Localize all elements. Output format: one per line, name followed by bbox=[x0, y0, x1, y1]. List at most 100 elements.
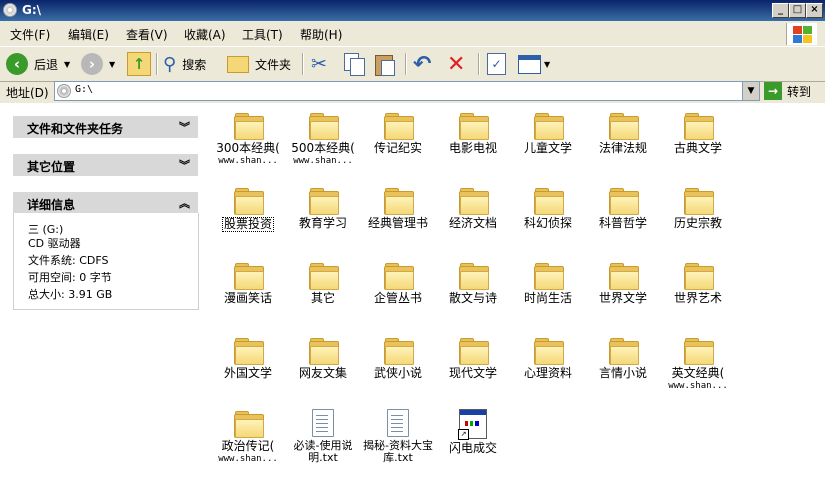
folder-item[interactable]: 经济文档 bbox=[432, 188, 514, 230]
item-label: 儿童文学 bbox=[523, 141, 572, 155]
folder-item[interactable]: 网友文集 bbox=[282, 338, 364, 380]
item-label: 股票投资 bbox=[221, 217, 274, 232]
folder-item[interactable]: 500本经典( www.shan... bbox=[282, 113, 364, 167]
menu-edit[interactable]: 编辑(E) bbox=[68, 26, 109, 43]
folder-item[interactable]: 言情小说 bbox=[582, 338, 664, 380]
folder-icon bbox=[534, 263, 564, 290]
file-folder-tasks-header[interactable]: 文件和文件夹任务 ︾ bbox=[13, 116, 198, 138]
folder-item[interactable]: 世界文学 bbox=[582, 263, 664, 305]
menu-favorites[interactable]: 收藏(A) bbox=[184, 26, 226, 43]
back-dropdown-icon[interactable]: ▼ bbox=[64, 60, 70, 69]
folder-item[interactable]: 经典管理书 bbox=[357, 188, 439, 230]
item-label: 电影电视 bbox=[448, 141, 497, 155]
go-button[interactable]: → 转到 bbox=[764, 81, 811, 101]
address-label: 地址(D) bbox=[6, 86, 49, 100]
folder-item[interactable]: 股票投资 bbox=[207, 188, 289, 232]
folder-icon bbox=[609, 263, 639, 290]
menu-view[interactable]: 查看(V) bbox=[126, 26, 168, 43]
search-button[interactable]: ⚲ 搜索 bbox=[163, 51, 206, 77]
folder-item[interactable]: 散文与诗 bbox=[432, 263, 514, 305]
views-button[interactable]: ▼ bbox=[518, 51, 550, 77]
up-folder-button[interactable]: ↑ bbox=[127, 51, 151, 77]
undo-icon: ↶ bbox=[413, 51, 432, 77]
paste-button[interactable] bbox=[375, 51, 395, 77]
folder-item[interactable]: 企管丛书 bbox=[357, 263, 439, 305]
folder-item[interactable]: 时尚生活 bbox=[507, 263, 589, 305]
address-dropdown-icon[interactable]: ▼ bbox=[742, 82, 759, 100]
folder-item[interactable]: 法律法规 bbox=[582, 113, 664, 155]
chevron-down-icon: ︾ bbox=[179, 121, 190, 134]
address-input[interactable]: G:\ ▼ bbox=[54, 81, 760, 101]
folder-icon bbox=[384, 113, 414, 140]
details-title: 详细信息 bbox=[27, 198, 76, 212]
copy-button[interactable] bbox=[344, 51, 365, 77]
item-label: 科普哲学 bbox=[598, 216, 647, 230]
file-list: 300本经典( www.shan... 500本经典( www.shan... … bbox=[207, 103, 825, 491]
menu-file[interactable]: 文件(F) bbox=[10, 26, 50, 43]
text-file-item[interactable]: 揭秘-资料大宝库.txt bbox=[357, 409, 439, 464]
folder-icon bbox=[309, 188, 339, 215]
maximize-button[interactable]: □ bbox=[789, 3, 806, 18]
folder-item[interactable]: 历史宗教 bbox=[657, 188, 739, 230]
address-bar: 地址(D) G:\ ▼ → 转到 bbox=[0, 80, 825, 102]
menu-tools[interactable]: 工具(T) bbox=[242, 26, 283, 43]
item-label: 揭秘-资料大宝库.txt bbox=[363, 439, 433, 464]
item-label: 漫画笑话 bbox=[223, 291, 272, 305]
forward-dropdown-icon[interactable]: ▼ bbox=[109, 60, 115, 69]
folder-icon bbox=[309, 338, 339, 365]
delete-button[interactable]: ✕ bbox=[447, 51, 465, 77]
folder-item[interactable]: 其它 bbox=[282, 263, 364, 305]
folder-icon bbox=[459, 188, 489, 215]
folder-item[interactable]: 心理资料 bbox=[507, 338, 589, 380]
item-label: 500本经典( bbox=[291, 141, 355, 155]
folder-item[interactable]: 儿童文学 bbox=[507, 113, 589, 155]
other-places-title: 其它位置 bbox=[27, 160, 76, 174]
other-places-header[interactable]: 其它位置 ︾ bbox=[13, 154, 198, 176]
item-sublabel: www.shan... bbox=[668, 381, 728, 391]
folder-item[interactable]: 漫画笑话 bbox=[207, 263, 289, 305]
undo-button[interactable]: ↶ bbox=[413, 51, 431, 77]
folder-icon bbox=[234, 411, 264, 438]
folder-item[interactable]: 科幻侦探 bbox=[507, 188, 589, 230]
item-label: 散文与诗 bbox=[448, 291, 497, 305]
folder-item[interactable]: 现代文学 bbox=[432, 338, 514, 380]
folders-button[interactable]: 文件夹 bbox=[227, 51, 291, 77]
folder-item[interactable]: 世界艺术 bbox=[657, 263, 739, 305]
folder-icon bbox=[684, 338, 714, 365]
forward-button[interactable]: › ▼ bbox=[81, 51, 115, 77]
back-button[interactable]: ‹ 后退 ▼ bbox=[6, 51, 70, 77]
details-type: CD 驱动器 bbox=[28, 237, 81, 250]
shortcut-item[interactable]: ↗ 闪电成交 bbox=[432, 409, 514, 455]
details-header[interactable]: 详细信息 ︽ bbox=[13, 192, 198, 214]
folder-item[interactable]: 科普哲学 bbox=[582, 188, 664, 230]
item-label: 其它 bbox=[310, 291, 335, 305]
text-file-icon bbox=[387, 409, 409, 437]
text-file-item[interactable]: 必读-使用说明.txt bbox=[282, 409, 364, 464]
folder-icon bbox=[684, 188, 714, 215]
folder-item[interactable]: 古典文学 bbox=[657, 113, 739, 155]
folder-icon bbox=[534, 113, 564, 140]
folder-icon bbox=[234, 338, 264, 365]
minimize-button[interactable]: _ bbox=[772, 3, 789, 18]
properties-button[interactable]: ✓ bbox=[487, 51, 506, 77]
folder-item[interactable]: 政治传记( www.shan... bbox=[207, 411, 289, 465]
item-label: 科幻侦探 bbox=[523, 216, 572, 230]
folder-item[interactable]: 武侠小说 bbox=[357, 338, 439, 380]
folder-icon bbox=[234, 263, 264, 290]
folder-item[interactable]: 300本经典( www.shan... bbox=[207, 113, 289, 167]
folder-icon bbox=[459, 263, 489, 290]
item-label: 经典管理书 bbox=[367, 216, 428, 230]
folder-item[interactable]: 教育学习 bbox=[282, 188, 364, 230]
details-filesystem: 文件系统: CDFS bbox=[28, 254, 109, 267]
close-button[interactable]: × bbox=[806, 3, 823, 18]
menu-help[interactable]: 帮助(H) bbox=[300, 26, 342, 43]
cut-button[interactable]: ✂ bbox=[311, 51, 327, 77]
application-shortcut-icon: ↗ bbox=[458, 409, 487, 440]
folder-icon bbox=[684, 113, 714, 140]
item-sublabel: www.shan... bbox=[293, 156, 353, 166]
folder-item[interactable]: 传记纪实 bbox=[357, 113, 439, 155]
item-label: 时尚生活 bbox=[523, 291, 572, 305]
folder-item[interactable]: 电影电视 bbox=[432, 113, 514, 155]
folder-item[interactable]: 英文经典( www.shan... bbox=[657, 338, 739, 392]
folder-item[interactable]: 外国文学 bbox=[207, 338, 289, 380]
